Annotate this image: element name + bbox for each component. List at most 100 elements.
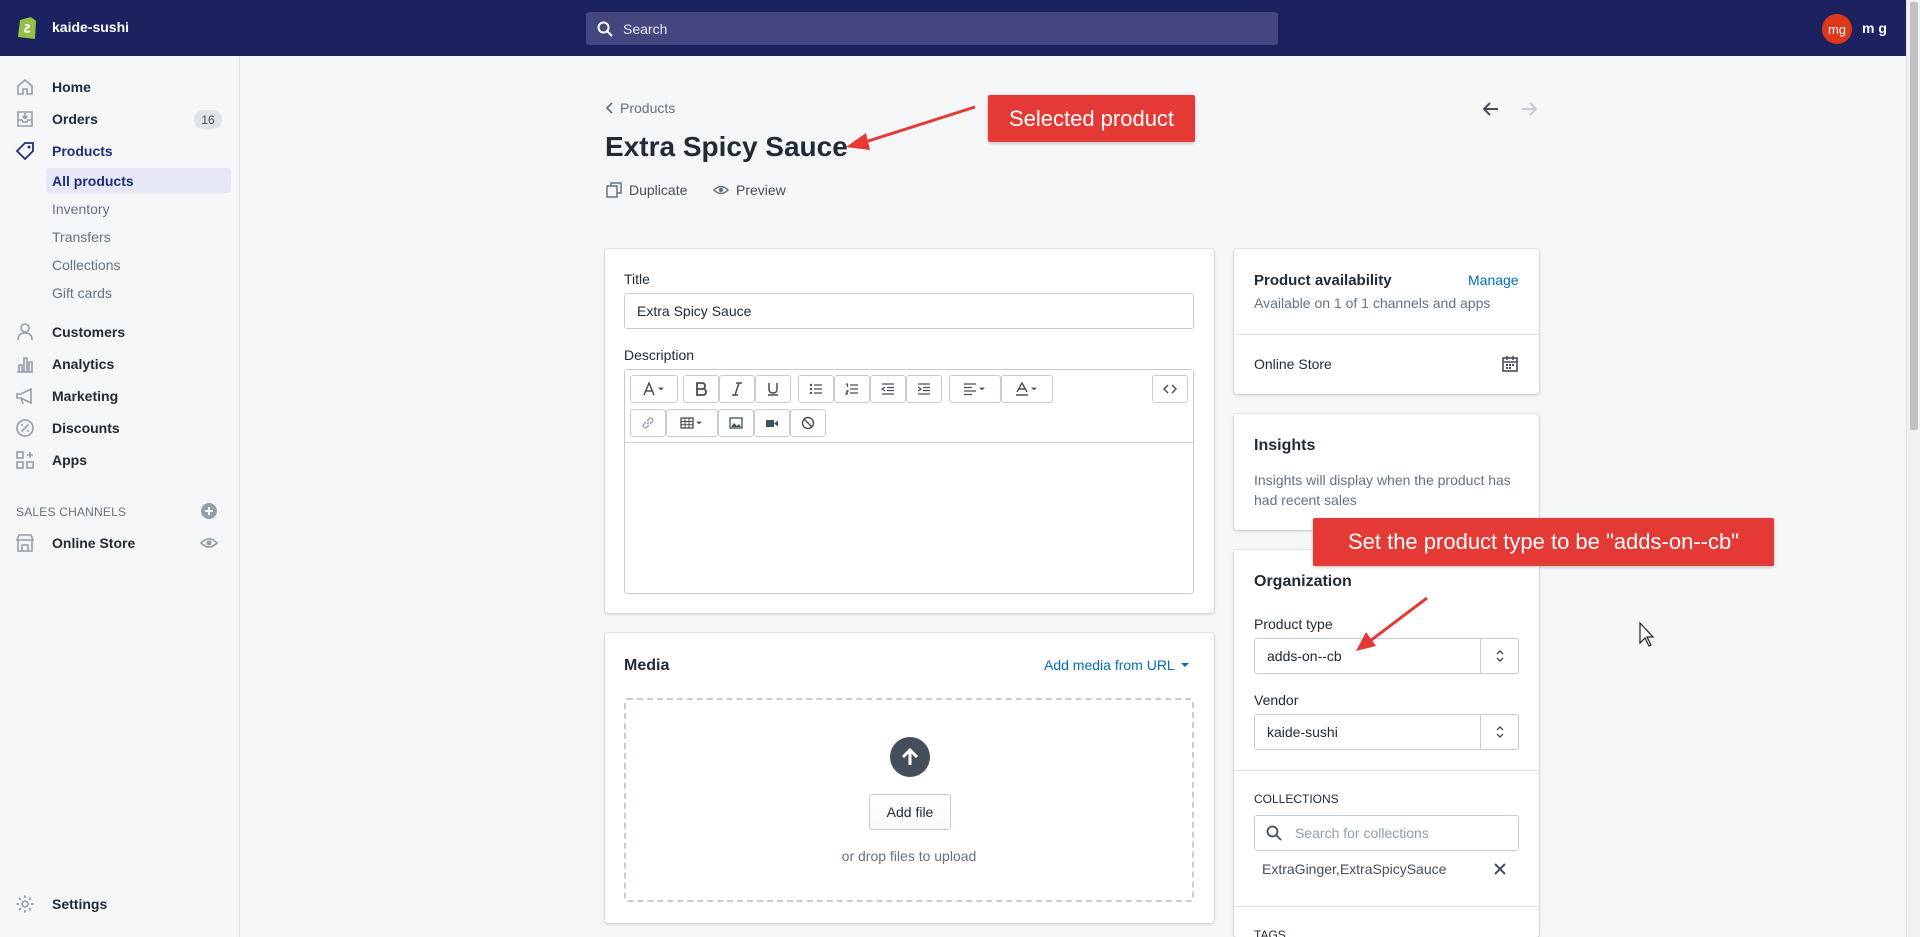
description-text-area[interactable] [625, 444, 1193, 593]
eye-icon [713, 185, 729, 195]
sidebar-item-label: Products [52, 143, 113, 159]
media-dropzone[interactable]: Add file or drop files to upload [624, 698, 1194, 902]
collections-placeholder: Search for collections [1295, 825, 1429, 841]
remove-collection-close-icon[interactable] [1491, 860, 1509, 878]
add-media-from-url-button[interactable]: Add media from URL [1044, 657, 1191, 673]
scrollbar-thumb[interactable] [1910, 2, 1918, 430]
collections-search-input[interactable]: Search for collections [1254, 815, 1519, 851]
duplicate-label: Duplicate [629, 182, 688, 198]
description-editor [624, 369, 1194, 594]
collection-tag: ExtraGinger,ExtraSpicySauce [1262, 861, 1447, 877]
avatar[interactable]: mg [1822, 14, 1852, 44]
add-file-button[interactable]: Add file [869, 794, 951, 830]
text-color-button[interactable] [1001, 375, 1053, 403]
underline-button[interactable] [755, 375, 791, 403]
sidebar-item-customers[interactable]: Customers [0, 317, 240, 347]
caret-down-icon [658, 387, 664, 391]
text-color-icon [1016, 382, 1028, 396]
collections-heading: COLLECTIONS [1254, 792, 1339, 806]
sidebar-subitem-collections[interactable]: Collections [46, 252, 231, 277]
bullet-list-icon [809, 383, 822, 395]
media-title: Media [624, 657, 670, 674]
preview-label: Preview [736, 182, 786, 198]
caret-down-icon [1180, 663, 1189, 667]
product-type-dropdown-button[interactable] [1480, 639, 1518, 673]
view-store-eye-icon[interactable] [200, 534, 218, 552]
vendor-select[interactable]: kaide-sushi [1254, 714, 1519, 750]
orders-icon [17, 111, 33, 127]
discount-icon [16, 419, 34, 437]
title-input[interactable]: Extra Spicy Sauce [624, 293, 1194, 329]
insert-link-button[interactable] [630, 409, 666, 437]
bold-icon [696, 382, 707, 396]
add-media-url-label: Add media from URL [1044, 657, 1175, 673]
insert-image-button[interactable] [718, 409, 754, 437]
top-bar: kaide-sushi Search mg m g [0, 0, 1906, 56]
description-label: Description [624, 347, 695, 363]
store-icon [15, 534, 35, 552]
insert-table-button[interactable] [666, 409, 718, 437]
shopify-logo-icon[interactable] [16, 14, 38, 40]
bullet-list-button[interactable] [798, 375, 834, 403]
sidebar-item-marketing[interactable]: Marketing [0, 381, 240, 411]
scrollbar[interactable] [1906, 0, 1920, 937]
clear-formatting-button[interactable] [790, 409, 826, 437]
caret-down-icon [696, 421, 702, 425]
underline-icon [768, 383, 778, 396]
divider [1234, 770, 1539, 771]
italic-button[interactable] [719, 375, 755, 403]
align-button[interactable] [949, 375, 1001, 403]
font-style-button[interactable] [630, 375, 678, 403]
sidebar-subitem-inventory[interactable]: Inventory [46, 196, 231, 221]
bar-chart-icon [17, 357, 33, 373]
add-channel-plus-icon[interactable] [200, 502, 218, 520]
title-label: Title [624, 271, 650, 287]
sidebar-item-label: Discounts [52, 420, 120, 436]
sales-channels-heading: SALES CHANNELS [16, 505, 127, 519]
link-icon [642, 417, 654, 429]
editor-toolbar [625, 370, 1193, 443]
orders-count-badge: 16 [194, 110, 222, 129]
sidebar-item-orders[interactable]: Orders 16 [0, 104, 240, 134]
outdent-button[interactable] [870, 375, 906, 403]
sidebar-item-label: Customers [52, 324, 126, 340]
align-left-icon [964, 383, 976, 396]
calendar-icon[interactable] [1501, 355, 1519, 373]
sidebar-item-home[interactable]: Home [0, 72, 240, 102]
apps-icon [16, 451, 34, 469]
sidebar-item-analytics[interactable]: Analytics [0, 349, 240, 379]
sidebar-item-apps[interactable]: Apps [0, 445, 240, 475]
availability-title: Product availability [1254, 272, 1392, 289]
arrow-head [846, 133, 870, 150]
preview-button[interactable]: Preview [713, 182, 786, 198]
user-name[interactable]: m g [1862, 20, 1887, 36]
search-bar[interactable]: Search [586, 12, 1278, 45]
breadcrumb[interactable]: Products [604, 100, 675, 116]
duplicate-button[interactable]: Duplicate [606, 182, 687, 198]
sidebar-item-label: Marketing [52, 388, 119, 404]
product-type-label: Product type [1254, 616, 1333, 632]
store-name[interactable]: kaide-sushi [52, 19, 129, 35]
sidebar-subitem-all-products[interactable]: All products [46, 168, 231, 193]
numbered-list-icon [845, 383, 858, 395]
manage-link[interactable]: Manage [1468, 272, 1519, 288]
sidebar-item-products[interactable]: Products [0, 136, 240, 166]
sidebar-item-settings[interactable]: Settings [0, 889, 240, 919]
sidebar-item-discounts[interactable]: Discounts [0, 413, 240, 443]
product-type-select[interactable]: adds-on--cb [1254, 638, 1519, 674]
search-icon [1266, 825, 1282, 841]
insert-video-button[interactable] [754, 409, 790, 437]
indent-button[interactable] [906, 375, 942, 403]
html-source-button[interactable] [1152, 375, 1188, 403]
outdent-icon [881, 383, 894, 395]
sidebar-subitem-transfers[interactable]: Transfers [46, 224, 231, 249]
bold-button[interactable] [683, 375, 719, 403]
insights-title: Insights [1254, 437, 1316, 454]
numbered-list-button[interactable] [834, 375, 870, 403]
previous-product-arrow-icon[interactable] [1480, 98, 1502, 120]
font-icon [643, 382, 655, 396]
next-product-arrow-icon[interactable] [1518, 98, 1540, 120]
sidebar-subitem-gift-cards[interactable]: Gift cards [46, 280, 231, 305]
vendor-dropdown-button[interactable] [1480, 715, 1518, 749]
search-placeholder: Search [623, 20, 668, 37]
